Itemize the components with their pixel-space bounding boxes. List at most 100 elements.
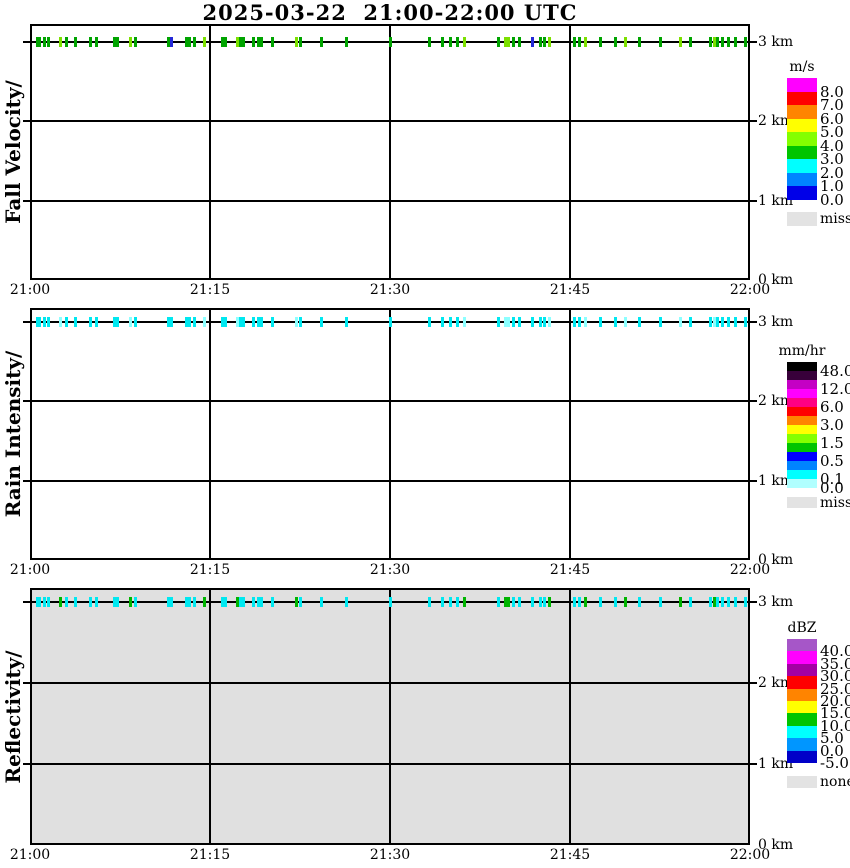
data-tick	[538, 597, 542, 607]
data-tick	[294, 317, 298, 328]
data-tick	[88, 36, 92, 47]
colorbar-cell	[787, 186, 817, 200]
data-tick	[428, 597, 432, 607]
data-tick	[518, 317, 522, 328]
data-tick	[64, 36, 68, 47]
data-tick	[134, 36, 138, 47]
colorbar-cell	[787, 159, 817, 173]
km-tick-left	[23, 40, 30, 43]
data-tick	[112, 597, 116, 607]
data-tick	[74, 597, 78, 607]
data-tick	[42, 597, 46, 607]
data-tick	[188, 597, 192, 607]
data-tick	[58, 597, 62, 607]
data-tick	[518, 597, 522, 607]
data-tick	[716, 36, 720, 47]
colorbar-cell	[787, 362, 817, 371]
colorbar-cell	[787, 389, 817, 398]
time-axis-label: 21:15	[189, 847, 231, 863]
data-tick	[614, 317, 618, 328]
colorbar-cell	[787, 470, 817, 479]
data-tick	[298, 597, 302, 607]
data-tick	[543, 317, 547, 328]
colorbar-miss-cell	[787, 211, 817, 226]
colorbar-cell	[787, 407, 817, 416]
data-tick	[116, 317, 120, 328]
data-tick	[614, 36, 618, 47]
data-tick	[166, 317, 170, 328]
data-tick	[720, 597, 724, 607]
data-tick	[448, 597, 452, 607]
data-tick	[726, 317, 730, 328]
data-tick	[388, 36, 392, 47]
data-tick	[708, 36, 712, 47]
colorbar-cell	[787, 425, 817, 434]
time-axis-label: 21:00	[9, 562, 51, 578]
colorbar-cell	[787, 371, 817, 380]
data-tick	[192, 317, 196, 328]
colorbar-value-label: 12.0	[820, 380, 850, 398]
data-tick	[238, 597, 242, 607]
data-tick	[220, 597, 224, 607]
data-tick	[220, 36, 224, 47]
data-tick	[578, 36, 582, 47]
plot-panel-1	[30, 24, 750, 280]
data-tick	[298, 317, 302, 328]
data-tick	[116, 597, 120, 607]
data-tick	[688, 317, 692, 328]
data-tick	[658, 36, 662, 47]
colorbar-cell	[787, 479, 817, 488]
data-tick	[58, 36, 62, 47]
data-tick	[496, 597, 500, 607]
km-tick-right	[750, 479, 757, 482]
data-tick	[345, 36, 349, 47]
data-tick	[743, 317, 747, 328]
data-tick	[320, 317, 324, 328]
data-tick	[428, 36, 432, 47]
data-tick	[708, 317, 712, 328]
data-tick	[496, 36, 500, 47]
data-tick	[638, 36, 642, 47]
figure-title: 2025-03-22 21:00-22:00 UTC	[202, 0, 578, 25]
km-tick-right	[750, 400, 757, 403]
colorbar-value-label: 0.0	[820, 190, 844, 209]
data-tick	[507, 597, 511, 607]
data-tick	[726, 597, 730, 607]
km-axis-label: 3 km	[758, 314, 794, 331]
data-tick	[538, 36, 542, 47]
data-tick	[598, 36, 602, 47]
data-tick	[720, 317, 724, 328]
panel-y-label: Fall Velocity/	[1, 80, 25, 224]
data-tick	[623, 36, 627, 47]
colorbar-cell	[787, 78, 817, 92]
data-tick	[184, 317, 188, 328]
data-tick	[720, 36, 724, 47]
data-tick	[507, 36, 511, 47]
data-tick	[220, 317, 224, 328]
data-tick	[688, 36, 692, 47]
data-tick	[129, 36, 133, 47]
data-tick	[74, 317, 78, 328]
data-tick	[518, 36, 522, 47]
data-tick	[345, 317, 349, 328]
km-gridline	[32, 682, 748, 684]
data-tick	[734, 36, 738, 47]
data-tick	[202, 597, 206, 607]
data-tick	[578, 317, 582, 328]
data-tick	[112, 317, 116, 328]
colorbar-miss-label: miss	[820, 210, 850, 227]
time-axis-label: 22:00	[729, 847, 771, 863]
colorbar-unit-label: dBZ	[787, 620, 817, 636]
data-tick	[712, 317, 716, 328]
data-tick	[584, 597, 588, 607]
data-tick	[531, 597, 535, 607]
time-axis-label: 21:15	[189, 562, 231, 578]
data-tick	[503, 597, 507, 607]
data-tick	[238, 317, 242, 328]
data-tick	[503, 36, 507, 47]
data-tick	[320, 597, 324, 607]
data-tick	[623, 597, 627, 607]
data-tick	[170, 36, 174, 47]
data-tick	[188, 317, 192, 328]
colorbar-cell	[787, 676, 817, 689]
